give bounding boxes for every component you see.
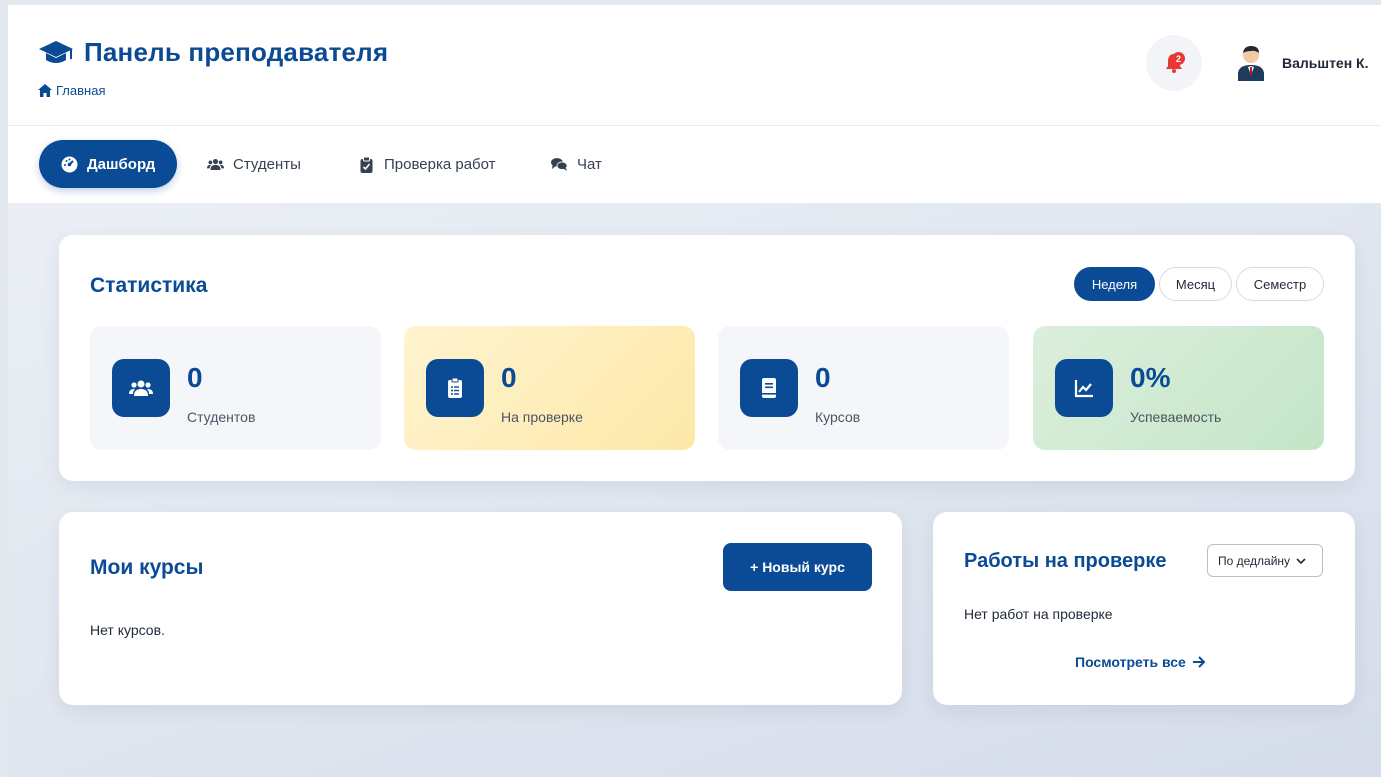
stat-card-courses: 0 Курсов bbox=[718, 326, 1009, 450]
reviews-empty-text: Нет работ на проверке bbox=[964, 606, 1113, 622]
users-icon bbox=[129, 380, 153, 396]
user-menu[interactable]: Вальштен К. bbox=[1234, 45, 1369, 81]
stat-value: 0 bbox=[815, 362, 831, 393]
my-courses-title: Мои курсы bbox=[90, 556, 204, 579]
statistics-title: Статистика bbox=[90, 274, 208, 297]
user-name: Вальштен К. bbox=[1282, 55, 1369, 71]
stat-card-students: 0 Студентов bbox=[90, 326, 381, 450]
new-course-button[interactable]: + Новый курс bbox=[723, 543, 872, 591]
users-icon bbox=[207, 158, 224, 170]
dashboard-icon bbox=[61, 156, 78, 172]
chart-line-icon bbox=[1074, 380, 1093, 398]
chat-icon bbox=[551, 157, 568, 171]
stat-icon-box bbox=[740, 359, 798, 417]
period-month-button[interactable]: Месяц bbox=[1159, 267, 1232, 301]
clipboard-list-icon bbox=[448, 377, 462, 398]
tab-review-label: Проверка работ bbox=[384, 155, 496, 173]
arrow-right-icon bbox=[1192, 656, 1206, 668]
sort-select[interactable]: По дедлайну bbox=[1207, 544, 1323, 577]
my-courses-card: Мои курсы + Новый курс Нет курсов. bbox=[59, 512, 902, 705]
stat-label: Курсов bbox=[815, 409, 861, 425]
notification-badge: 2 bbox=[1172, 52, 1185, 65]
main-tabs: Дашборд Студенты Проверка работ Чат bbox=[8, 125, 1381, 203]
stat-icon-box bbox=[426, 359, 484, 417]
stat-value: 0% bbox=[1130, 362, 1171, 393]
chevron-down-icon bbox=[1296, 557, 1306, 564]
tab-dashboard-label: Дашборд bbox=[87, 155, 156, 173]
window-frame-left bbox=[0, 0, 8, 777]
breadcrumb-home[interactable]: Главная bbox=[56, 83, 105, 98]
stat-icon-box bbox=[1055, 359, 1113, 417]
graduation-cap-icon bbox=[39, 40, 73, 63]
reviews-card: Работы на проверке По дедлайну Нет работ… bbox=[933, 512, 1355, 705]
breadcrumb[interactable]: Главная bbox=[38, 83, 105, 98]
stat-label: Студентов bbox=[187, 409, 256, 425]
period-week-button[interactable]: Неделя bbox=[1074, 267, 1155, 301]
stat-label: На проверке bbox=[501, 409, 583, 425]
stat-card-pending: 0 На проверке bbox=[404, 326, 695, 450]
courses-empty-text: Нет курсов. bbox=[90, 622, 165, 638]
avatar bbox=[1238, 46, 1264, 81]
tab-students[interactable]: Студенты bbox=[207, 140, 301, 188]
stat-label: Успеваемость bbox=[1130, 409, 1222, 425]
view-all-label: Посмотреть все bbox=[1075, 654, 1186, 670]
book-icon bbox=[762, 378, 776, 398]
notifications-button[interactable]: 2 bbox=[1146, 35, 1202, 91]
stat-value: 0 bbox=[501, 362, 517, 393]
tab-chat-label: Чат bbox=[577, 155, 602, 173]
stat-value: 0 bbox=[187, 362, 203, 393]
brand: Панель преподавателя bbox=[38, 37, 388, 68]
page-title: Панель преподавателя bbox=[84, 37, 389, 67]
stat-icon-box bbox=[112, 359, 170, 417]
top-header: Панель преподавателя Главная 2 Вальштен … bbox=[8, 5, 1381, 125]
period-semester-button[interactable]: Семестр bbox=[1236, 267, 1324, 301]
tab-chat[interactable]: Чат bbox=[551, 140, 602, 188]
clipboard-icon bbox=[360, 156, 373, 173]
home-icon bbox=[38, 84, 52, 97]
stat-card-performance: 0% Успеваемость bbox=[1033, 326, 1324, 450]
sort-select-value: По дедлайну bbox=[1218, 553, 1291, 568]
tab-dashboard[interactable]: Дашборд bbox=[39, 140, 178, 188]
tab-students-label: Студенты bbox=[233, 155, 301, 173]
tab-review[interactable]: Проверка работ bbox=[358, 140, 496, 188]
statistics-card: Статистика Неделя Месяц Семестр 0 Студен… bbox=[59, 235, 1355, 481]
reviews-title: Работы на проверке bbox=[964, 550, 1167, 572]
view-all-link[interactable]: Посмотреть все bbox=[1075, 654, 1206, 670]
